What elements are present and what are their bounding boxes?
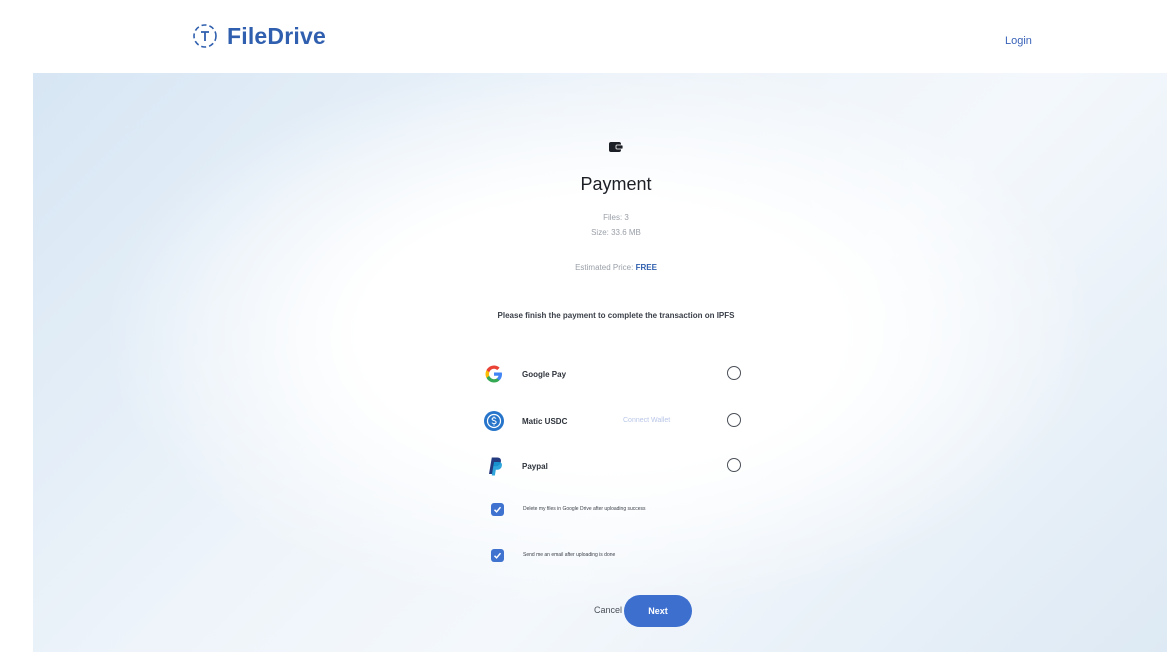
filedrive-logo-icon [193,24,217,48]
estimated-price: Estimated Price: FREE [466,263,766,272]
option-label: Paypal [522,462,548,471]
top-header: FileDrive Login [33,0,1167,73]
brand-name: FileDrive [227,22,326,49]
radio-google-pay[interactable] [727,366,741,380]
connect-wallet-link[interactable]: Connect Wallet [623,417,670,424]
option-label: Matic USDC [522,417,568,426]
checkbox-checked-icon[interactable] [491,503,504,516]
login-link[interactable]: Login [1005,35,1032,47]
checkbox-send-email[interactable]: Send me an email after uploading is done [491,549,741,565]
paypal-icon [489,457,502,476]
left-margin [0,0,33,652]
page-title: Payment [580,174,652,194]
usdc-icon [484,411,504,431]
payment-option-paypal[interactable]: Paypal [483,455,749,483]
checkbox-label: Delete my files in Google Drive after up… [523,506,646,512]
checkbox-label: Send me an email after uploading is done [523,552,616,558]
option-label: Google Pay [522,370,567,379]
radio-matic-usdc[interactable] [727,413,741,427]
price-value: FREE [635,263,657,272]
payment-instruction: Please finish the payment to complete th… [497,311,735,320]
payment-option-google-pay[interactable]: Google Pay [483,363,749,391]
payment-option-matic-usdc[interactable]: Matic USDC Connect Wallet [483,410,749,438]
checkbox-delete-files[interactable]: Delete my files in Google Drive after up… [491,503,781,519]
files-count: Files: 3 [603,213,629,222]
radio-paypal[interactable] [727,458,741,472]
next-button[interactable]: Next [624,595,692,627]
price-label: Estimated Price: [575,263,634,272]
wallet-icon [609,142,623,152]
checkbox-checked-icon[interactable] [491,549,504,562]
files-size: Size: 33.6 MB [591,228,641,237]
payment-panel: Payment Files: 3 Size: 33.6 MB Estimated… [33,73,1167,652]
cancel-button[interactable]: Cancel [594,605,622,615]
brand[interactable]: FileDrive [191,22,326,50]
google-icon [485,365,502,383]
